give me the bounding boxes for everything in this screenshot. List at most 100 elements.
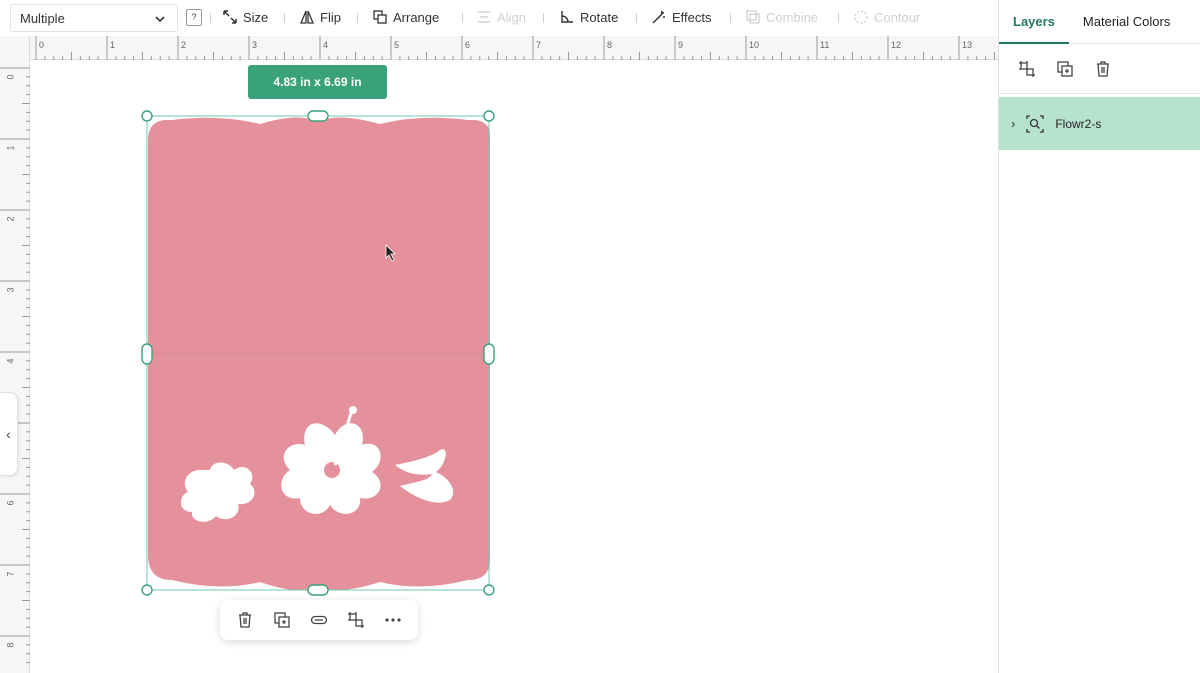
card-shape[interactable] [140, 110, 500, 600]
align-button[interactable]: Align [476, 9, 526, 25]
operation-select[interactable]: Multiple [10, 4, 178, 32]
arrange-icon [373, 10, 387, 24]
ruler-label: 13 [962, 40, 973, 50]
ruler-label: 0 [39, 40, 45, 50]
rotate-icon [561, 11, 573, 23]
edit-toolbar: Multiple ? Size Flip Arrange Align Rotat… [0, 0, 998, 36]
divider [730, 13, 731, 23]
delete-button[interactable] [234, 609, 256, 631]
divider [543, 13, 544, 23]
resize-icon [223, 10, 237, 24]
ruler-label: 5 [394, 40, 400, 50]
ruler-label: 1 [5, 145, 16, 151]
ruler-label: 8 [5, 642, 16, 648]
align-icon [478, 11, 490, 23]
group-layer-icon [1026, 114, 1044, 133]
duplicate-icon[interactable] [1055, 59, 1075, 79]
size-button[interactable]: Size [222, 9, 268, 25]
ruler-label: 7 [536, 40, 542, 50]
handle-right[interactable] [483, 343, 495, 365]
attach-button[interactable] [308, 609, 330, 631]
design-space: Multiple ? Size Flip Arrange Align Rotat… [0, 0, 1200, 673]
operation-select-value: Multiple [20, 10, 65, 26]
help-icon[interactable]: ? [186, 9, 202, 26]
ruler-label: 8 [607, 40, 613, 50]
flip-label: Flip [320, 9, 341, 25]
effects-button[interactable]: Effects [651, 9, 712, 25]
ruler-label: 7 [5, 571, 16, 577]
duplicate-button[interactable] [271, 609, 293, 631]
divider [462, 13, 463, 23]
ruler-label: 1 [110, 40, 116, 50]
combine-label: Combine [766, 9, 819, 25]
combine-icon [746, 10, 760, 24]
ruler-label: 0 [5, 74, 16, 80]
handle-top-left[interactable] [141, 110, 153, 122]
handle-bottom[interactable] [307, 584, 329, 596]
handle-top[interactable] [307, 110, 329, 122]
chevron-right-icon[interactable]: › [1011, 116, 1015, 131]
ruler-label: 3 [252, 40, 258, 50]
layer-row[interactable]: › Flowr2-s [999, 97, 1200, 150]
quick-actions-bar [220, 600, 418, 640]
ruler-label: 4 [323, 40, 329, 50]
more-icon [385, 618, 401, 622]
handle-left[interactable] [141, 343, 153, 365]
attach-icon [310, 615, 328, 625]
more-options-button[interactable] [382, 609, 404, 631]
duplicate-icon [274, 612, 290, 628]
dimensions-badge: 4.83 in x 6.69 in [248, 65, 387, 99]
group-icon[interactable] [1017, 59, 1037, 79]
ruler-ticks [0, 67, 30, 664]
ruler-label: 4 [5, 358, 16, 364]
trash-icon [238, 612, 251, 628]
chevron-left-icon: ‹ [6, 426, 11, 442]
trash-icon[interactable] [1093, 59, 1113, 79]
ungroup-icon [348, 612, 365, 628]
handle-bottom-right[interactable] [483, 584, 495, 596]
align-label: Align [497, 9, 526, 25]
ruler-ticks [35, 36, 995, 60]
ungroup-button[interactable] [345, 609, 367, 631]
layers-panel: Layers Material Colors › Flowr2-s [998, 0, 1200, 673]
effects-label: Effects [672, 9, 712, 25]
tab-layers[interactable]: Layers [999, 0, 1069, 44]
panel-tabs: Layers Material Colors [999, 0, 1200, 44]
handle-top-right[interactable] [483, 110, 495, 122]
collapse-panel-button[interactable]: ‹ [0, 392, 18, 476]
layer-name: Flowr2-s [1055, 116, 1102, 131]
ruler-label: 6 [5, 500, 16, 506]
combine-button[interactable]: Combine [745, 9, 818, 25]
contour-icon [854, 10, 868, 24]
arrange-button[interactable]: Arrange [372, 9, 439, 25]
mouse-cursor-icon [385, 244, 396, 262]
rotate-label: Rotate [580, 9, 619, 25]
tab-material-colors[interactable]: Material Colors [1069, 0, 1184, 44]
ruler-horizontal: 0 1 2 3 4 5 6 7 8 9 10 11 12 13 [0, 36, 998, 60]
handle-bottom-left[interactable] [141, 584, 153, 596]
divider [210, 13, 211, 23]
flip-button[interactable]: Flip [299, 9, 341, 25]
ruler-label: 10 [749, 40, 760, 50]
divider [636, 13, 637, 23]
divider [357, 13, 358, 23]
divider [838, 13, 839, 23]
size-label: Size [243, 9, 269, 25]
ruler-label: 6 [465, 40, 471, 50]
contour-label: Contour [874, 9, 921, 25]
chevron-down-icon [155, 16, 165, 23]
ruler-label: 12 [891, 40, 902, 50]
ruler-label: 11 [820, 40, 830, 50]
arrange-label: Arrange [393, 9, 440, 25]
magic-wand-icon [652, 11, 665, 24]
flip-icon [300, 10, 314, 24]
divider [284, 13, 285, 23]
ruler-label: 2 [5, 216, 16, 222]
contour-button[interactable]: Contour [853, 9, 920, 25]
ruler-label: 9 [678, 40, 684, 50]
ruler-label: 3 [5, 287, 16, 293]
layer-actions [999, 44, 1200, 94]
ruler-vertical: 012345678 [0, 36, 30, 673]
rotate-button[interactable]: Rotate [559, 9, 618, 25]
ruler-label: 2 [181, 40, 187, 50]
